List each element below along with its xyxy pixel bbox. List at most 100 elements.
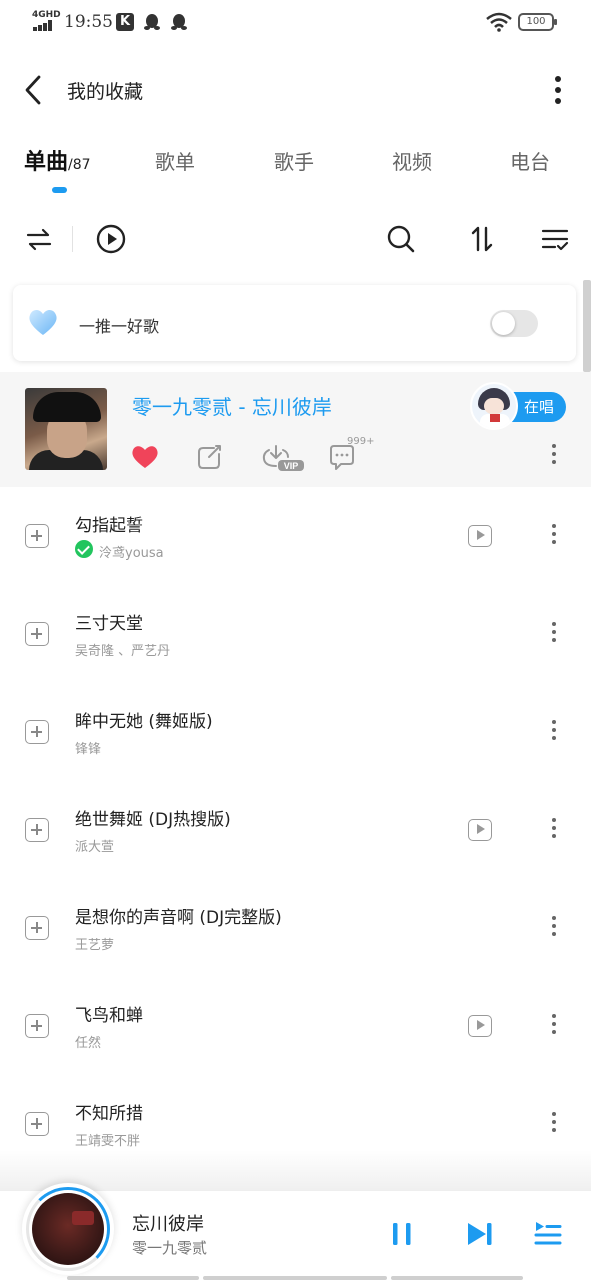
tab-playlists[interactable]: 歌单 — [155, 146, 195, 175]
add-to-playlist-icon[interactable] — [25, 524, 49, 548]
like-button[interactable] — [128, 440, 162, 474]
next-icon — [468, 1223, 492, 1245]
now-playing-row[interactable]: 零一九零贰 - 忘川彼岸 在唱 VIP 999+ — [0, 372, 591, 487]
search-button[interactable] — [384, 222, 418, 256]
play-mode-button[interactable] — [22, 222, 56, 256]
more-button[interactable] — [540, 72, 576, 108]
play-circle-icon — [96, 224, 126, 254]
sort-button[interactable] — [465, 222, 499, 256]
tab-videos[interactable]: 视频 — [392, 146, 432, 175]
singing-chip[interactable]: 在唱 — [470, 382, 567, 432]
recommend-toggle[interactable] — [490, 310, 538, 337]
playing-song-title: 零一九零贰 - 忘川彼岸 — [132, 395, 332, 419]
playlist-icon — [534, 1222, 562, 1245]
tab-radio[interactable]: 电台 — [510, 146, 550, 175]
more-icon[interactable] — [544, 622, 564, 650]
song-artist: 任然 — [75, 1036, 102, 1051]
share-button[interactable] — [193, 440, 227, 474]
recommend-label: 一推一好歌 — [79, 317, 160, 336]
status-bar: 4GHD 19:55 K 100 — [0, 0, 591, 46]
recommend-card: 一推一好歌 — [13, 285, 576, 361]
song-title: 勾指起誓 — [75, 516, 143, 536]
play-all-button[interactable] — [94, 222, 128, 256]
song-title: 眸中无她 (舞姬版) — [75, 712, 213, 732]
song-artist: 王艺萝 — [75, 938, 115, 953]
add-to-playlist-icon[interactable] — [25, 720, 49, 744]
k-app-icon: K — [116, 13, 134, 31]
more-icon[interactable] — [544, 524, 564, 552]
comment-count: 999+ — [347, 436, 375, 447]
header: 我的收藏 — [0, 60, 591, 120]
song-title: 绝世舞姬 (DJ热搜版) — [75, 810, 231, 830]
tab-songs-label: 单曲 — [24, 150, 69, 175]
shuffle-icon — [26, 228, 52, 251]
list-item[interactable]: 眸中无她 (舞姬版) 锋锋 — [0, 684, 591, 782]
tab-songs-count: /87 — [68, 157, 91, 173]
tab-indicator — [52, 187, 67, 193]
verified-icon — [75, 540, 93, 558]
share-icon — [198, 445, 221, 469]
song-title: 飞鸟和蝉 — [75, 1006, 143, 1026]
player-disc[interactable] — [22, 1183, 114, 1275]
mini-player-title: 忘川彼岸 — [132, 1214, 204, 1235]
battery-icon: 100 — [518, 13, 557, 31]
song-artist: 吴奇隆 、严艺丹 — [75, 644, 171, 659]
more-icon[interactable] — [544, 720, 564, 748]
list-item[interactable]: 三寸天堂 吴奇隆 、严艺丹 — [0, 586, 591, 684]
chevron-left-icon — [25, 75, 41, 105]
list-item[interactable]: 绝世舞姬 (DJ热搜版) 派大萱 — [0, 782, 591, 880]
list-item[interactable]: 是想你的声音啊 (DJ完整版) 王艺萝 — [0, 880, 591, 978]
mini-player-artist: 零一九零贰 — [132, 1239, 208, 1257]
tab-singers[interactable]: 歌手 — [274, 146, 314, 175]
add-to-playlist-icon[interactable] — [25, 916, 49, 940]
signal-icon — [33, 20, 57, 31]
mv-play-icon[interactable] — [468, 525, 492, 547]
add-to-playlist-icon[interactable] — [25, 622, 49, 646]
next-button[interactable] — [463, 1217, 497, 1251]
list-item[interactable]: 勾指起誓 泠鸢yousa — [0, 488, 591, 586]
qq-icon — [171, 14, 187, 30]
more-icon[interactable] — [544, 444, 564, 472]
song-artist: 锋锋 — [75, 742, 102, 757]
pause-button[interactable] — [385, 1217, 419, 1251]
list-item[interactable]: 飞鸟和蝉 任然 — [0, 978, 591, 1076]
song-artist: 王靖雯不胖 — [75, 1134, 141, 1149]
bottom-indicator — [0, 1276, 591, 1280]
tab-songs[interactable]: 单曲/87 — [24, 144, 91, 176]
list-check-icon — [541, 229, 569, 251]
heart-filled-icon — [132, 446, 158, 468]
more-icon[interactable] — [544, 818, 564, 846]
status-time: 19:55 — [64, 12, 113, 32]
add-to-playlist-icon[interactable] — [25, 1014, 49, 1038]
download-button[interactable]: VIP — [260, 440, 306, 474]
singer-avatar — [470, 382, 518, 430]
song-artist: 泠鸢yousa — [99, 546, 164, 561]
heart-icon — [29, 309, 57, 335]
download-icon: VIP — [262, 445, 304, 471]
manage-button[interactable] — [538, 222, 572, 256]
song-artist: 派大萱 — [75, 840, 115, 855]
toolbar-divider — [72, 226, 73, 252]
more-icon[interactable] — [544, 1112, 564, 1140]
scrollbar[interactable] — [583, 280, 591, 372]
playlist-button[interactable] — [531, 1217, 565, 1251]
page-title: 我的收藏 — [67, 81, 144, 103]
mv-play-icon[interactable] — [468, 819, 492, 841]
vip-badge: VIP — [284, 461, 299, 471]
qq-icon — [144, 14, 160, 30]
wifi-icon — [486, 12, 512, 32]
add-to-playlist-icon[interactable] — [25, 818, 49, 842]
song-title: 不知所措 — [75, 1104, 143, 1124]
list-fade — [0, 1150, 591, 1190]
mini-player[interactable]: 忘川彼岸 零一九零贰 — [0, 1183, 591, 1280]
song-title: 是想你的声音啊 (DJ完整版) — [75, 908, 282, 928]
more-icon[interactable] — [544, 916, 564, 944]
back-button[interactable] — [18, 72, 50, 108]
more-icon[interactable] — [544, 1014, 564, 1042]
add-to-playlist-icon[interactable] — [25, 1112, 49, 1136]
song-title: 三寸天堂 — [75, 614, 143, 634]
mv-play-icon[interactable] — [468, 1015, 492, 1037]
list-toolbar — [0, 218, 591, 262]
category-tabs: 单曲/87 歌单 歌手 视频 电台 — [0, 140, 591, 196]
network-type: 4GHD — [32, 10, 61, 20]
